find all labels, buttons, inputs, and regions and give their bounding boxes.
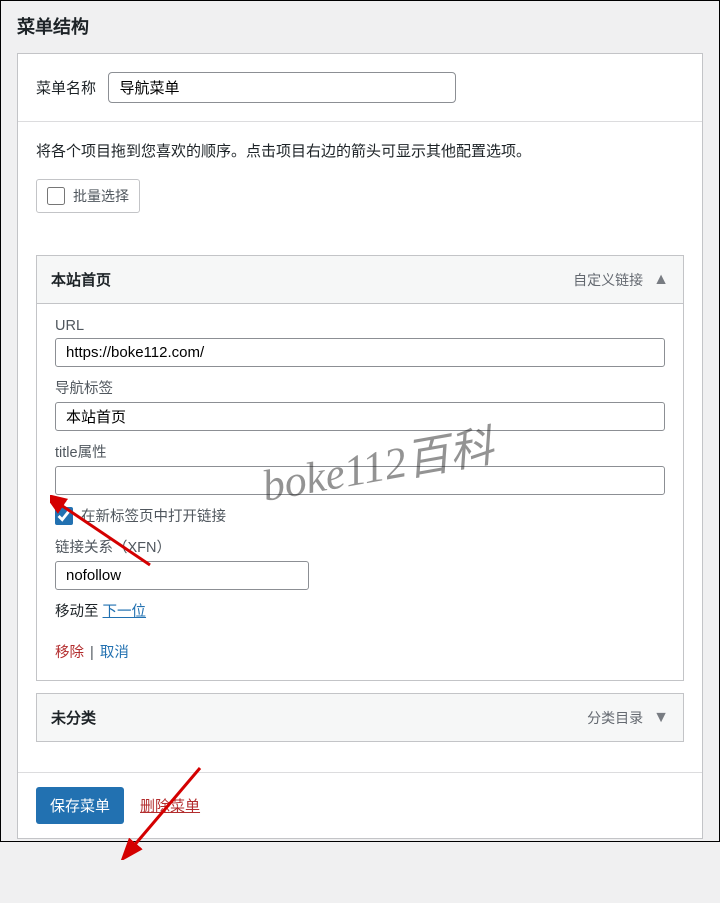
item-action-links: 移除 | 取消 (55, 641, 665, 662)
nav-label-label: 导航标签 (55, 377, 665, 398)
nav-label-input[interactable] (55, 402, 665, 431)
bulk-select[interactable]: 批量选择 (36, 179, 140, 213)
menu-item: 本站首页 自定义链接 ▲ URL 导航标签 (36, 255, 684, 681)
menu-item-header[interactable]: 未分类 分类目录 ▼ (37, 694, 683, 741)
title-attr-input[interactable] (55, 466, 665, 495)
new-tab-label: 在新标签页中打开链接 (81, 505, 226, 526)
title-attr-label: title属性 (55, 441, 665, 462)
menu-name-section: 菜单名称 (18, 54, 702, 122)
action-separator: | (90, 645, 94, 661)
menu-item-title: 未分类 (51, 707, 587, 728)
new-tab-checkbox-field[interactable]: 在新标签页中打开链接 (55, 505, 665, 526)
footer: 保存菜单 删除菜单 (18, 772, 702, 838)
move-next-link[interactable]: 下一位 (103, 604, 147, 620)
chevron-down-icon: ▼ (653, 709, 669, 727)
remove-link[interactable]: 移除 (55, 645, 84, 661)
chevron-up-icon: ▲ (653, 271, 669, 289)
menu-item: 未分类 分类目录 ▼ (36, 693, 684, 742)
delete-menu-link[interactable]: 删除菜单 (140, 795, 200, 816)
page-title: 菜单结构 (1, 1, 719, 53)
cancel-link[interactable]: 取消 (100, 645, 129, 661)
link-rel-input[interactable] (55, 561, 309, 590)
menu-item-type: 分类目录 (587, 708, 643, 728)
url-label: URL (55, 318, 665, 334)
move-label: 移动至 (55, 604, 99, 620)
bulk-select-checkbox[interactable] (47, 187, 65, 205)
menu-item-header[interactable]: 本站首页 自定义链接 ▲ (37, 256, 683, 304)
menu-name-input[interactable] (108, 72, 456, 103)
menu-name-label: 菜单名称 (36, 77, 96, 98)
help-text: 将各个项目拖到您喜欢的顺序。点击项目右边的箭头可显示其他配置选项。 (36, 140, 684, 161)
new-tab-checkbox[interactable] (55, 507, 73, 525)
move-line: 移动至 下一位 (55, 600, 665, 621)
url-input[interactable] (55, 338, 665, 367)
menu-item-title: 本站首页 (51, 269, 573, 290)
menu-item-body: URL 导航标签 title属性 在新标 (37, 304, 683, 680)
menu-item-type: 自定义链接 (573, 270, 643, 290)
bulk-select-label: 批量选择 (73, 186, 129, 206)
save-button[interactable]: 保存菜单 (36, 787, 124, 824)
link-rel-label: 链接关系（XFN） (55, 536, 665, 557)
